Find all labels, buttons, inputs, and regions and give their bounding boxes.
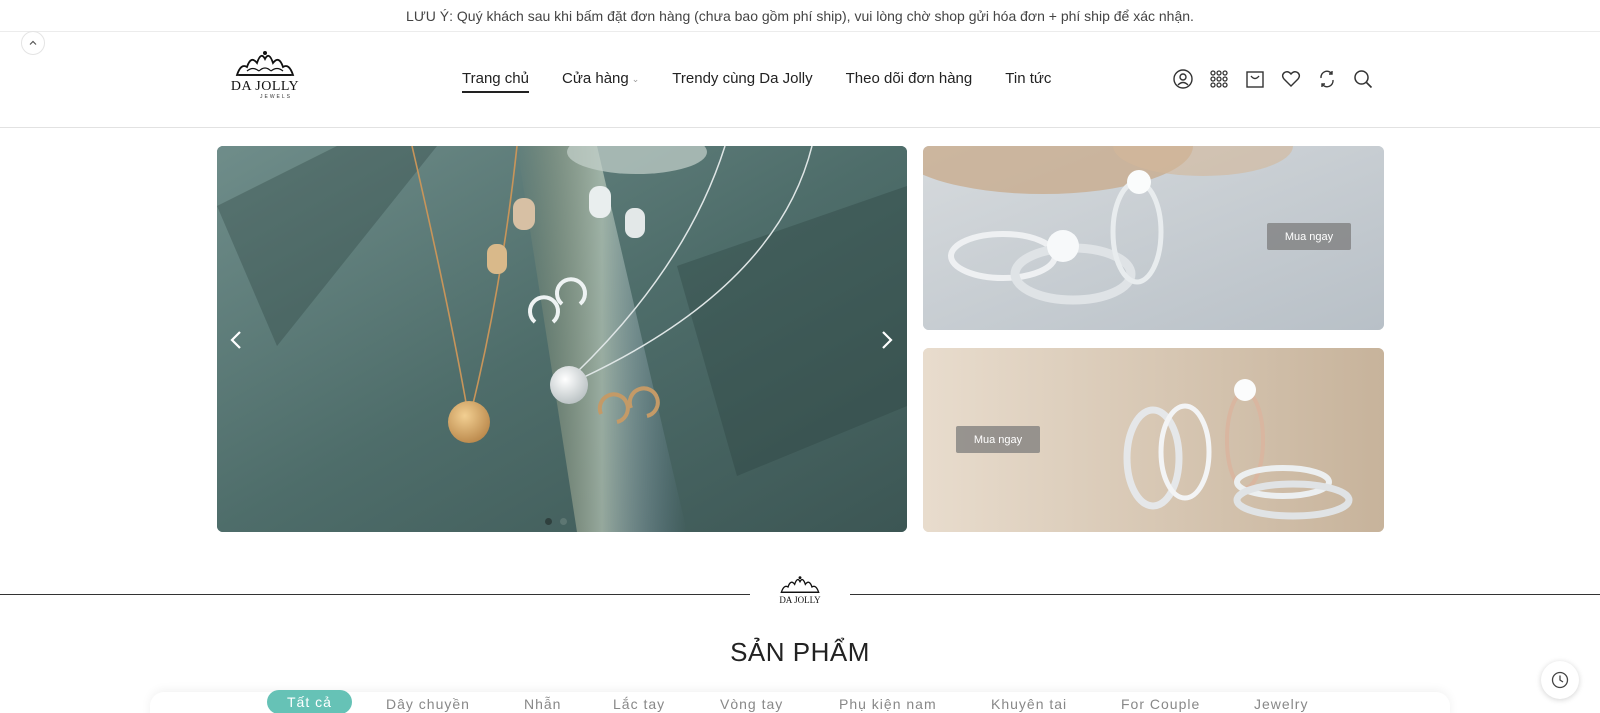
tab-rings[interactable]: Nhẫn xyxy=(524,696,561,712)
top-notice-bar: LƯU Ý: Quý khách sau khi bấm đặt đơn hàn… xyxy=(0,0,1600,32)
shop-now-button[interactable]: Mua ngay xyxy=(1267,223,1351,250)
slider-dots xyxy=(545,518,567,525)
nav-item-news[interactable]: Tin tức xyxy=(1005,70,1051,93)
slider-prev-button[interactable] xyxy=(224,325,248,355)
section-logo-text: DA JOLLY xyxy=(779,595,821,605)
notice-text: LƯU Ý: Quý khách sau khi bấm đặt đơn hàn… xyxy=(406,7,1194,24)
hero-slider[interactable] xyxy=(217,146,907,532)
logo-text: DA JOLLY xyxy=(230,79,300,94)
logo-subtext: JEWELS xyxy=(259,94,292,100)
crown-logo-icon xyxy=(780,576,820,593)
tab-necklaces[interactable]: Dây chuyền xyxy=(386,696,470,712)
site-logo[interactable]: DA JOLLY JEWELS xyxy=(230,49,300,109)
nav-item-order-tracking[interactable]: Theo dõi đơn hàng xyxy=(846,70,973,93)
tab-earrings[interactable]: Khuyên tai xyxy=(991,696,1067,712)
section-divider xyxy=(850,594,1600,595)
shop-now-button[interactable]: Mua ngay xyxy=(956,426,1040,453)
main-nav: Trang chủ Cửa hàng ⌄ Trendy cùng Da Jolly… xyxy=(462,70,1084,93)
nav-item-home[interactable]: Trang chủ xyxy=(462,70,529,93)
slider-dot[interactable] xyxy=(560,518,567,525)
tab-jewelry[interactable]: Jewelry xyxy=(1254,696,1308,712)
recently-viewed-button[interactable] xyxy=(1541,661,1579,699)
nav-item-shop[interactable]: Cửa hàng ⌄ xyxy=(562,70,639,93)
section-logo: DA JOLLY xyxy=(772,575,828,615)
site-header: DA JOLLY JEWELS Trang chủ Cửa hàng ⌄ Tren… xyxy=(0,32,1600,128)
grid-icon[interactable] xyxy=(1208,68,1230,90)
clock-icon xyxy=(1551,671,1569,689)
user-icon[interactable] xyxy=(1172,68,1194,90)
header-actions xyxy=(1172,68,1374,90)
compare-icon[interactable] xyxy=(1316,68,1338,90)
section-divider xyxy=(0,594,750,595)
tab-bangles[interactable]: Vòng tay xyxy=(720,696,783,712)
crown-logo-icon xyxy=(235,51,295,76)
slider-next-button[interactable] xyxy=(875,325,899,355)
nav-item-trendy[interactable]: Trendy cùng Da Jolly xyxy=(672,70,812,93)
products-title: SẢN PHẨM xyxy=(730,637,870,667)
tab-for-couple[interactable]: For Couple xyxy=(1121,696,1200,712)
search-icon[interactable] xyxy=(1352,68,1374,90)
tab-men-accessories[interactable]: Phụ kiện nam xyxy=(839,696,937,712)
chevron-right-icon xyxy=(882,331,893,349)
chevron-left-icon xyxy=(230,331,241,349)
chevron-down-icon: ⌄ xyxy=(631,74,640,84)
slider-dot[interactable] xyxy=(545,518,552,525)
tab-all[interactable]: Tất cả xyxy=(267,690,352,713)
hero-jewelry-image xyxy=(217,146,907,532)
tab-chain-bracelets[interactable]: Lắc tay xyxy=(613,696,665,712)
heart-icon[interactable] xyxy=(1280,68,1302,90)
cart-icon[interactable] xyxy=(1244,68,1266,90)
